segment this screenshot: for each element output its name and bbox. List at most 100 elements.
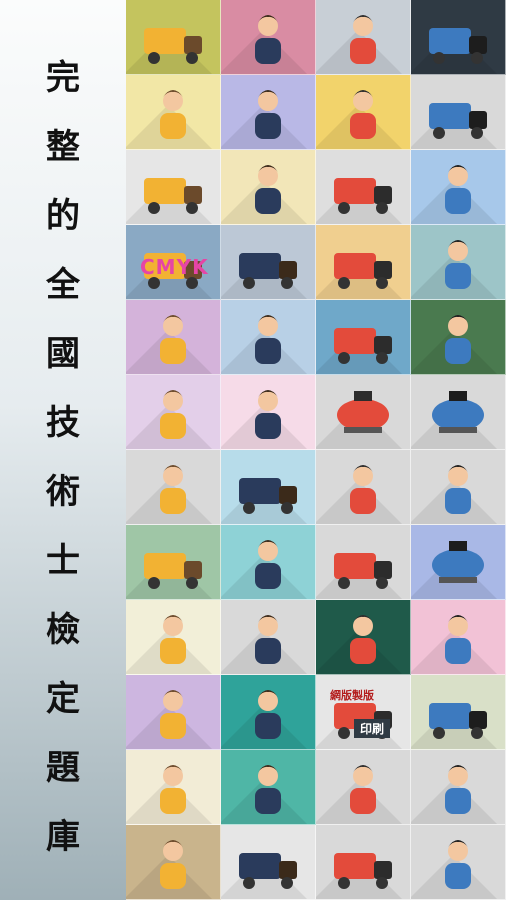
grid-tile[interactable] xyxy=(411,525,506,600)
grid-tile[interactable] xyxy=(126,600,221,675)
grid-tile[interactable] xyxy=(126,300,221,375)
car-mechanic-icon xyxy=(350,15,376,64)
car-repair-icon xyxy=(429,103,487,139)
grid-tile[interactable] xyxy=(316,375,411,450)
vr-goggles-icon xyxy=(445,465,471,514)
grid-tile[interactable] xyxy=(316,0,411,75)
wall-painter-icon xyxy=(255,315,281,364)
app-screen: 完 整 的 全 國 技 術 士 檢 定 題 庫 CMYK 網版製版 印刷 xyxy=(0,0,506,900)
title-char-1: 完 xyxy=(46,58,80,98)
miner-icon xyxy=(160,840,186,889)
grid-tile[interactable] xyxy=(316,225,411,300)
woodworker-icon xyxy=(255,615,281,664)
title-char-8: 士 xyxy=(46,541,80,581)
title-char-5: 國 xyxy=(46,334,80,374)
grid-tile[interactable] xyxy=(316,600,411,675)
yoga-instructor-icon xyxy=(160,390,186,439)
welder-icon xyxy=(445,765,471,814)
farm-field-icon xyxy=(239,853,297,889)
grid-tile[interactable] xyxy=(221,225,316,300)
grid-tile[interactable] xyxy=(126,0,221,75)
grid-tile[interactable] xyxy=(411,0,506,75)
grid-tile[interactable] xyxy=(126,450,221,525)
laundry-machine-icon xyxy=(429,703,487,739)
facial-spa-icon xyxy=(255,390,281,439)
money-tanker-icon xyxy=(432,391,484,433)
crane-truck-icon xyxy=(144,28,202,64)
grid-tile[interactable] xyxy=(316,750,411,825)
draftsman-icon xyxy=(160,690,186,739)
grid-tile[interactable] xyxy=(411,600,506,675)
forklift-icon xyxy=(239,478,297,514)
farmer-icon xyxy=(350,615,376,664)
grid-tile[interactable] xyxy=(221,0,316,75)
grid-tile[interactable] xyxy=(126,825,221,900)
grid-tile[interactable] xyxy=(221,75,316,150)
electrician-pole-icon xyxy=(445,840,471,889)
grid-tile[interactable] xyxy=(221,150,316,225)
grid-tile[interactable] xyxy=(316,825,411,900)
printing-label-top: 網版製版 xyxy=(330,689,374,702)
grid-tile[interactable] xyxy=(126,375,221,450)
water-tank-icon xyxy=(432,541,484,583)
air-conditioner-icon xyxy=(239,253,297,289)
grid-tile[interactable] xyxy=(221,825,316,900)
grid-tile[interactable] xyxy=(126,150,221,225)
grid-tile[interactable] xyxy=(411,375,506,450)
boiler-engineer-icon xyxy=(445,315,471,364)
waiter-icon xyxy=(255,540,281,589)
grid-tile[interactable]: 網版製版印刷 xyxy=(316,675,411,750)
grid-tile[interactable] xyxy=(316,450,411,525)
grid-tile[interactable] xyxy=(126,675,221,750)
grid-tile[interactable] xyxy=(411,150,506,225)
title-char-6: 技 xyxy=(46,403,80,443)
massage-bed-icon xyxy=(255,165,281,214)
icon-grid: CMYK 網版製版 印刷 xyxy=(126,0,506,900)
bakery-counter-icon xyxy=(445,240,471,289)
grid-tile[interactable] xyxy=(411,450,506,525)
grid-tile[interactable] xyxy=(221,600,316,675)
grid-tile[interactable] xyxy=(126,750,221,825)
title-char-3: 的 xyxy=(46,196,80,236)
presenter-icon xyxy=(255,90,281,139)
grid-tile[interactable] xyxy=(221,375,316,450)
grid-tile[interactable] xyxy=(316,300,411,375)
sewing-icon xyxy=(445,615,471,664)
grid-tile[interactable] xyxy=(411,225,506,300)
gardener-icon xyxy=(160,615,186,664)
grid-tile[interactable] xyxy=(221,525,316,600)
grid-tile[interactable] xyxy=(221,300,316,375)
title-char-2: 整 xyxy=(46,127,80,167)
printing-label-bottom: 印刷 xyxy=(354,719,391,738)
hairdresser-icon xyxy=(255,15,281,64)
business-man-icon xyxy=(160,90,186,139)
title-char-4: 全 xyxy=(46,265,80,305)
elderly-care-icon xyxy=(255,765,281,814)
grid-tile[interactable] xyxy=(316,75,411,150)
grid-tile[interactable] xyxy=(411,75,506,150)
grid-tile[interactable] xyxy=(221,750,316,825)
grid-tile[interactable]: CMYK xyxy=(126,225,221,300)
grid-tile[interactable] xyxy=(411,675,506,750)
accountant-icon xyxy=(160,765,186,814)
grid-tile[interactable] xyxy=(221,450,316,525)
grid-tile[interactable] xyxy=(126,75,221,150)
title-char-12: 庫 xyxy=(46,817,80,857)
grid-tile[interactable] xyxy=(316,525,411,600)
scaffold-icon xyxy=(334,178,392,214)
cmyk-label: CMYK xyxy=(140,255,209,279)
grid-tile[interactable] xyxy=(316,150,411,225)
grid-tile[interactable] xyxy=(411,300,506,375)
grid-tile[interactable] xyxy=(411,825,506,900)
barber-icon xyxy=(350,90,376,139)
grid-tile[interactable] xyxy=(411,750,506,825)
carpenter-icon xyxy=(350,765,376,814)
factory-worker-icon xyxy=(160,465,186,514)
sidebar-title: 完 整 的 全 國 技 術 士 檢 定 題 庫 xyxy=(0,0,126,900)
bicycle-repair-icon xyxy=(334,853,392,889)
mobile-crane-icon xyxy=(334,553,392,589)
grid-tile[interactable] xyxy=(126,525,221,600)
car-lift-icon xyxy=(429,28,487,64)
grid-tile[interactable] xyxy=(221,675,316,750)
bulldozer-icon xyxy=(144,553,202,589)
